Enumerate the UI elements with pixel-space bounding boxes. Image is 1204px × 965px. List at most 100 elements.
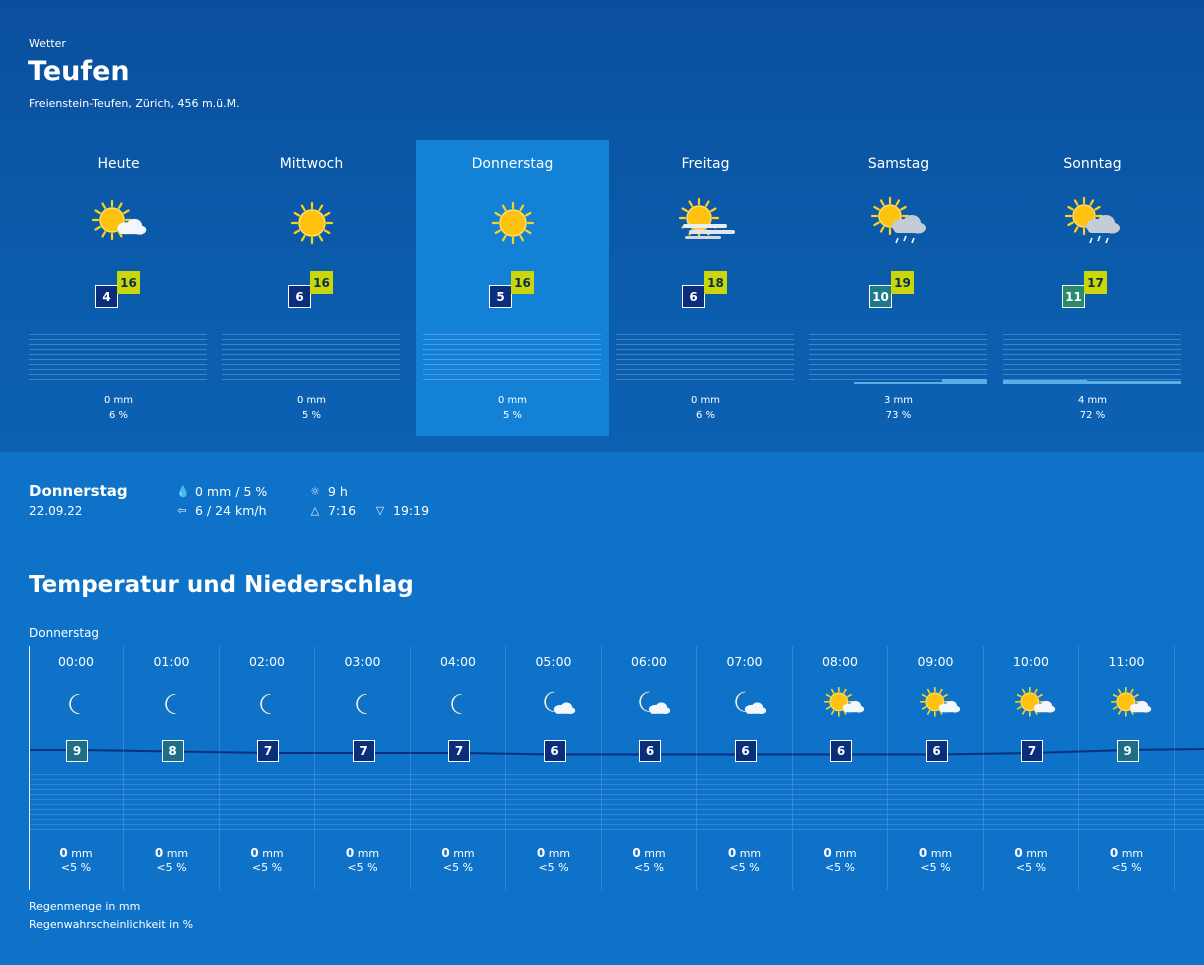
hour-rain-probability: <5 % <box>729 861 760 874</box>
day-column-heute[interactable]: Heute 4 16 0 mm 6 % <box>22 140 215 436</box>
rain-amount-bar <box>942 379 987 384</box>
hour-temp-badge: 6 <box>830 740 852 762</box>
hour-rain-amount: 0 mm <box>984 846 1078 860</box>
rain-bar-area <box>809 334 987 384</box>
hour-label: 00:00 <box>57 654 95 669</box>
hour-column[interactable]: 02:00 7 0 mm <5 % <box>220 646 315 890</box>
sunset-value: 19:19 <box>393 503 430 518</box>
rain-probability: 6 % <box>108 410 129 421</box>
max-temp-badge: 16 <box>511 271 534 294</box>
hour-temp-badge: 6 <box>734 740 757 762</box>
hour-column[interactable]: 05:00 6 0 mm <5 % <box>507 646 602 890</box>
hour-rain-value: 0 <box>632 846 641 860</box>
sunrise-icon: △ <box>310 504 320 517</box>
day-column-freitag[interactable]: Freitag 6 18 0 mm 6 % <box>609 140 802 436</box>
hour-column[interactable]: 01:00 8 0 mm <5 % <box>125 646 220 890</box>
hour-column[interactable]: 10:00 7 0 mm <5 % <box>984 646 1079 890</box>
hour-temp-badge: 7 <box>1021 740 1043 762</box>
day-column-sonntag[interactable]: Sonntag 11 17 4 mm 72 % <box>996 140 1189 436</box>
rain-amount-bar <box>1003 380 1087 384</box>
rain-probability: 72 % <box>1079 410 1106 421</box>
rain-bar-area <box>29 334 207 384</box>
hourly-forecast[interactable]: 00:00 9 0 mm <5 % 01:00 8 0 mm <5 % 02:00 7 0 mm <5… <box>29 646 1204 890</box>
hour-rain-amount: 0 mm <box>316 846 410 860</box>
hour-label: 05:00 <box>535 654 572 669</box>
hour-rain-unit: mm <box>449 847 475 860</box>
rain-bar-area <box>616 334 794 384</box>
section-heading: Temperatur und Niederschlag <box>29 572 414 598</box>
sun-cloud-icon <box>88 196 150 250</box>
location-subline: Freienstein-Teufen, Zürich, 456 m.ü.M. <box>29 97 240 110</box>
moon-cloud-icon <box>535 684 581 724</box>
hour-rain-unit: mm <box>67 847 93 860</box>
hour-rain-probability: <5 % <box>442 861 474 874</box>
wind-info: ⇦ 6 / 24 km/h <box>176 503 267 518</box>
hour-rain-value: 0 <box>1014 846 1023 860</box>
hour-rain-probability: <5 % <box>251 861 283 874</box>
hour-rain-amount: 0 mm <box>602 846 696 860</box>
hour-column[interactable]: 04:00 7 0 mm <5 % <box>411 646 506 890</box>
hour-rain-probability: <5 % <box>633 861 665 874</box>
sunrise-info: △ 7:16 <box>309 503 356 518</box>
hour-column[interactable]: 00:00 9 0 mm <5 % <box>29 646 124 890</box>
hour-rain-probability: <5 % <box>60 861 92 874</box>
hour-rain-value: 0 <box>727 846 737 860</box>
hour-temp-badge: 9 <box>1116 740 1139 762</box>
day-name: Samstag <box>867 156 930 172</box>
hour-label: 09:00 <box>917 654 954 669</box>
hour-temp-badge: 6 <box>925 740 948 762</box>
hour-temp-badge: 8 <box>161 740 184 762</box>
day-column-mittwoch[interactable]: Mittwoch 6 16 0 mm 5 % <box>215 140 408 436</box>
wind-icon: ⇦ <box>177 504 187 517</box>
rain-bar-area <box>222 334 400 384</box>
hour-label: 11:00 <box>1108 654 1145 669</box>
rain-bar-area <box>1003 334 1181 384</box>
hour-label: 01:00 <box>153 654 190 669</box>
daily-forecast: Heute 4 16 0 mm 6 % Mittwoch 6 16 0 mm 5 % Donners… <box>22 140 1182 436</box>
wind-value: 6 / 24 km/h <box>195 503 267 518</box>
sunshine-value: 9 h <box>328 484 348 499</box>
hour-label: 02:00 <box>248 654 286 669</box>
hour-rain-unit: mm <box>354 847 380 860</box>
sunrise-value: 7:16 <box>328 503 357 518</box>
sun-cloud-icon <box>821 684 867 724</box>
day-name: Mittwoch <box>279 156 344 172</box>
hour-column[interactable]: 09:00 6 0 mm <5 % <box>889 646 984 890</box>
hour-rain-value: 0 <box>250 846 259 860</box>
hour-column[interactable]: 07:00 6 0 mm <5 % <box>698 646 793 890</box>
hour-rain-unit: mm <box>736 847 762 860</box>
hour-column[interactable]: 06:00 6 0 mm <5 % <box>602 646 697 890</box>
hour-rain-probability: <5 % <box>538 861 569 874</box>
min-temp-badge: 11 <box>1062 285 1085 308</box>
hour-column[interactable]: 11:00 9 0 mm <5 % <box>1080 646 1175 890</box>
selected-day-date: 22.09.22 <box>29 504 83 518</box>
rain-amount-bar <box>854 382 942 384</box>
day-name: Freitag <box>681 156 730 172</box>
hour-label: 06:00 <box>630 654 668 669</box>
hour-label: 10:00 <box>1012 654 1050 669</box>
hour-temp-badge: 7 <box>352 740 375 762</box>
hour-temp-badge: 7 <box>448 740 470 762</box>
rain-amount: 0 mm <box>690 395 721 406</box>
hour-rain-probability: <5 % <box>347 861 378 874</box>
day-column-samstag[interactable]: Samstag 10 19 3 mm 73 % <box>802 140 995 436</box>
hour-rain-unit: mm <box>927 847 953 860</box>
rain-probability: 6 % <box>695 410 716 421</box>
rain-amount-bar <box>1087 381 1181 384</box>
sun-cloud-icon <box>917 684 963 724</box>
hour-rain-amount: 0 mm <box>507 846 601 860</box>
hour-rain-unit: mm <box>640 847 666 860</box>
hour-rain-value: 0 <box>441 846 450 860</box>
sun-icon <box>281 196 343 250</box>
hour-column[interactable]: 03:00 7 0 mm <5 % <box>316 646 411 890</box>
moon-icon <box>57 684 103 724</box>
hour-rain-probability: <5 % <box>1111 861 1142 874</box>
hour-column[interactable]: 08:00 6 0 mm <5 % <box>793 646 888 890</box>
min-temp-badge: 10 <box>869 285 892 308</box>
max-temp-badge: 19 <box>891 271 914 294</box>
hour-rain-value: 0 <box>59 846 68 860</box>
hour-temp-badge: 6 <box>639 740 661 762</box>
day-column-donnerstag[interactable]: Donnerstag 5 16 0 mm 5 % <box>416 140 609 436</box>
hour-rain-value: 0 <box>918 846 928 860</box>
max-temp-badge: 16 <box>310 271 333 294</box>
